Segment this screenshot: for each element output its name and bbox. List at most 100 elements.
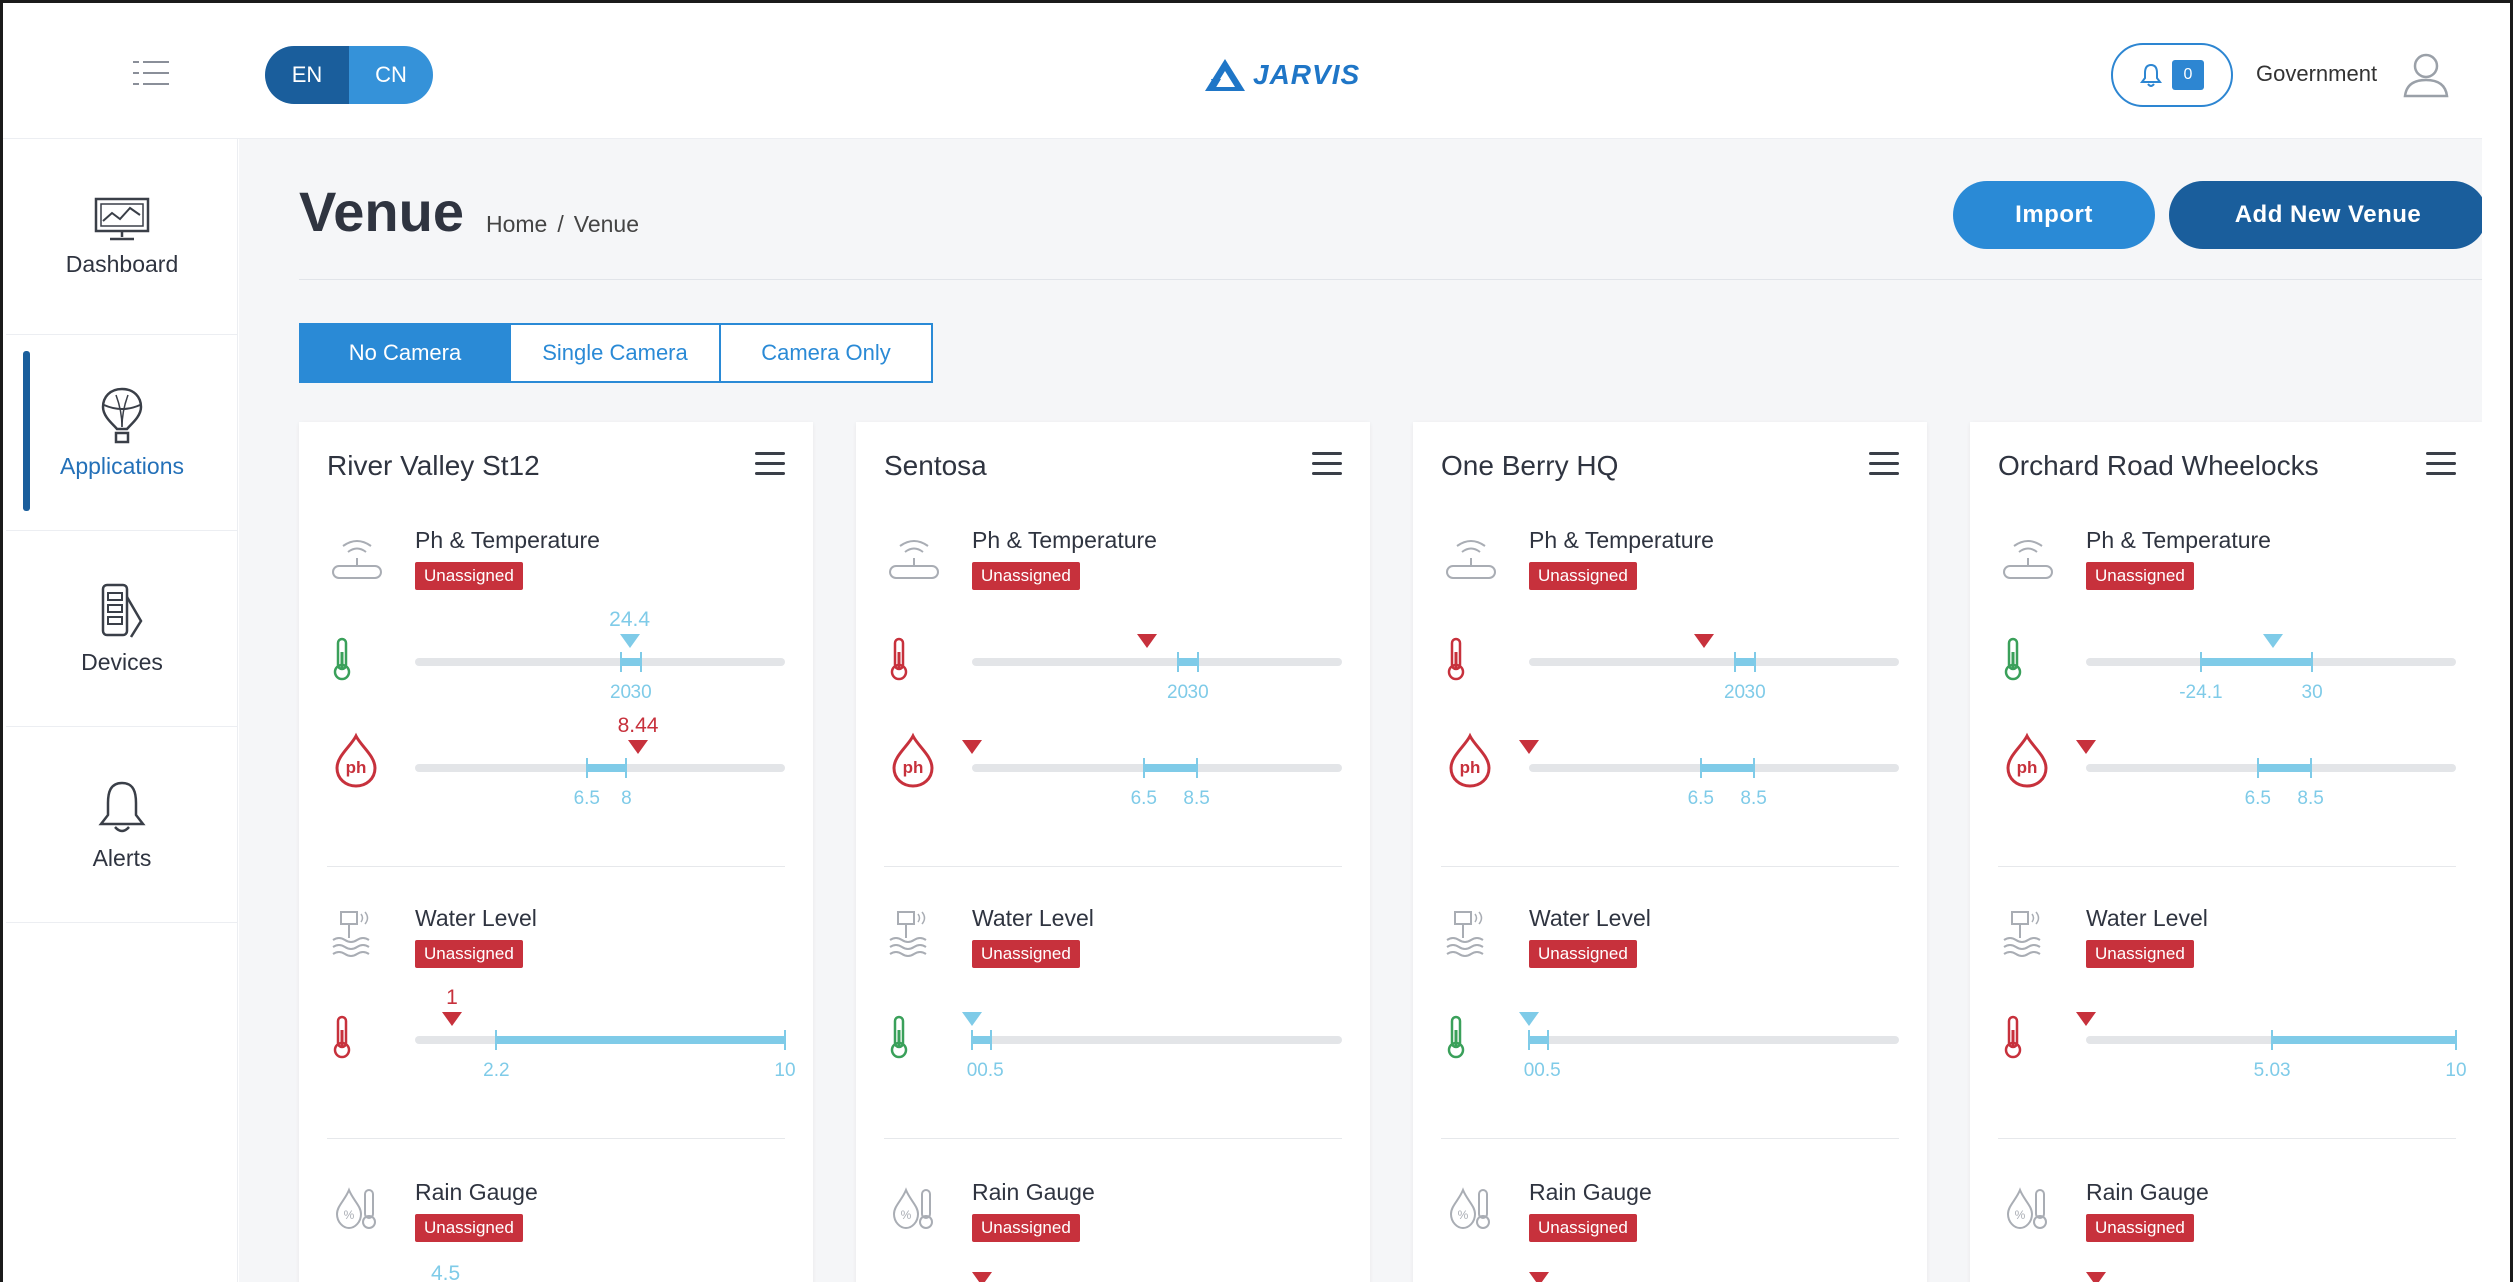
ph-range-slider[interactable]: 6.5 8.5 [1519, 740, 1899, 809]
tab-camera-only[interactable]: Camera Only [721, 325, 931, 381]
ph-drop-icon: ph [892, 732, 934, 788]
language-toggle[interactable]: EN CN [265, 46, 433, 104]
sidebar-item-devices[interactable]: Devices [6, 531, 238, 727]
water-max-label: 0.5 [1534, 1060, 1561, 1081]
breadcrumb-home[interactable]: Home [486, 211, 547, 237]
sensor-name: Rain Gauge [2086, 1179, 2209, 1205]
temp-min-tick[interactable] [619, 652, 622, 672]
card-menu-icon[interactable] [1869, 452, 1899, 476]
venue-title[interactable]: One Berry HQ [1441, 450, 1618, 482]
top-bar: EN CN JARVIS 0 Government [3, 3, 2510, 139]
ph-threshold-range [2257, 764, 2311, 772]
temp-reading-marker [1693, 634, 1714, 648]
import-button[interactable]: Import [1953, 181, 2155, 249]
temp-range-slider[interactable]: 20 30 [972, 634, 1342, 703]
water-range-slider[interactable]: 0 0.5 [962, 1012, 1342, 1081]
jarvis-logo[interactable]: JARVIS [1203, 55, 1360, 95]
sidebar-item-alerts[interactable]: Alerts [6, 727, 238, 923]
temp-min-tick[interactable] [2199, 652, 2202, 672]
lang-en-option[interactable]: EN [265, 46, 349, 104]
ph-max-tick[interactable] [1752, 758, 1755, 778]
temp-max-tick[interactable] [2311, 652, 2314, 672]
ph-min-tick[interactable] [1142, 758, 1145, 778]
venue-card[interactable]: One Berry HQ Ph & Temperature Unassigned 20… [1413, 422, 1927, 1282]
add-new-venue-button[interactable]: Add New Venue [2169, 181, 2487, 249]
tab-no-camera[interactable]: No Camera [301, 325, 511, 381]
water-min-tick[interactable] [971, 1030, 973, 1050]
sensor-name: Water Level [1529, 905, 1651, 931]
water-max-tick[interactable] [989, 1030, 992, 1050]
ph-max-tick[interactable] [1195, 758, 1198, 778]
card-menu-icon[interactable] [1312, 452, 1342, 476]
venue-card[interactable]: Sentosa Ph & Temperature Unassigned 20 30 ph 6… [856, 422, 1370, 1282]
ph-min-tick[interactable] [2256, 758, 2259, 778]
water-max-tick[interactable] [784, 1030, 786, 1050]
notifications-button[interactable]: 0 [2111, 43, 2233, 107]
venue-title[interactable]: River Valley St12 [327, 450, 540, 482]
temp-range-slider[interactable]: 20 30 24.4 [415, 608, 785, 703]
menu-toggle-icon[interactable] [133, 61, 169, 85]
temp-min-tick[interactable] [1176, 652, 1179, 672]
water-threshold-range [1529, 1036, 1548, 1044]
temp-min-tick[interactable] [1733, 652, 1736, 672]
sensor-name: Water Level [415, 905, 537, 931]
sidebar-item-applications[interactable]: Applications [6, 335, 238, 531]
svg-text:%: % [344, 1208, 355, 1222]
venue-title[interactable]: Orchard Road Wheelocks [1998, 450, 2319, 482]
rain-gauge-icon: % [892, 1187, 933, 1230]
water-range-slider[interactable]: 5.03 10 [2076, 1012, 2467, 1081]
temp-range-slider[interactable]: 20 30 [1529, 634, 1899, 703]
water-min-tick[interactable] [1528, 1030, 1530, 1050]
tab-single-camera[interactable]: Single Camera [511, 325, 721, 381]
card-menu-icon[interactable] [2426, 452, 2456, 476]
ph-range-slider[interactable]: 6.5 8.5 [962, 740, 1342, 809]
ph-max-tick[interactable] [2309, 758, 2312, 778]
temp-min-label: -24.1 [2179, 682, 2223, 703]
ph-reading-value: 8.44 [617, 714, 659, 737]
svg-text:ph: ph [346, 758, 367, 777]
temp-max-tick[interactable] [1754, 652, 1757, 672]
water-max-tick[interactable] [1546, 1030, 1549, 1050]
ph-min-tick[interactable] [585, 758, 588, 778]
water-max-tick[interactable] [2455, 1030, 2457, 1050]
water-max-label: 10 [774, 1060, 796, 1081]
svg-text:%: % [1458, 1208, 1469, 1222]
frame-edge [2482, 3, 2510, 1282]
temp-range-slider[interactable]: -24.1 30 [2086, 634, 2456, 703]
wireless-sensor-icon [1446, 540, 1496, 579]
temp-max-tick[interactable] [1197, 652, 1200, 672]
water-range-slider[interactable]: 0 0.5 [1519, 1012, 1899, 1081]
water-level-sensor-icon [2003, 911, 2041, 957]
temp-threshold-range [1177, 658, 1199, 666]
water-level-sensor-icon [889, 911, 927, 957]
water-range-slider[interactable]: 2.2 10 1 [415, 986, 796, 1081]
temp-reading-marker [619, 634, 640, 648]
water-min-tick[interactable] [495, 1030, 498, 1050]
thermometer-icon [333, 637, 351, 681]
water-row-icon [1443, 1014, 1469, 1065]
temp-threshold-range [1734, 658, 1756, 666]
ph-range-slider[interactable]: 6.5 8.5 [2076, 740, 2456, 809]
ph-range-slider[interactable]: 6.5 8 8.44 [415, 714, 785, 809]
user-avatar-icon[interactable] [2401, 49, 2451, 99]
ph-min-label: 6.5 [2244, 788, 2271, 809]
rain-reading-value: 4.5 [431, 1262, 461, 1282]
ph-max-tick[interactable] [625, 758, 628, 778]
status-badge: Unassigned [972, 1214, 1080, 1242]
rain-sensor-icon: % [886, 1182, 938, 1239]
venue-card[interactable]: Orchard Road Wheelocks Ph & Temperature Un… [1970, 422, 2484, 1282]
water-row-icon [329, 1014, 355, 1065]
ph-min-tick[interactable] [1699, 758, 1702, 778]
card-menu-icon[interactable] [755, 452, 785, 476]
sidebar-item-label: Dashboard [65, 251, 179, 277]
user-name[interactable]: Government [2256, 61, 2377, 87]
lang-cn-option[interactable]: CN [349, 46, 433, 104]
dashboard-monitor-icon [94, 197, 150, 241]
venue-title[interactable]: Sentosa [884, 450, 987, 482]
camera-filter-tabs: No Camera Single Camera Camera Only [299, 323, 933, 383]
sidebar-item-dashboard[interactable]: Dashboard [6, 139, 238, 335]
venue-card[interactable]: River Valley St12 Ph & Temperature Unassig… [299, 422, 813, 1282]
temp-max-tick[interactable] [640, 652, 643, 672]
status-badge: Unassigned [2086, 940, 2194, 968]
water-min-tick[interactable] [2271, 1030, 2274, 1050]
